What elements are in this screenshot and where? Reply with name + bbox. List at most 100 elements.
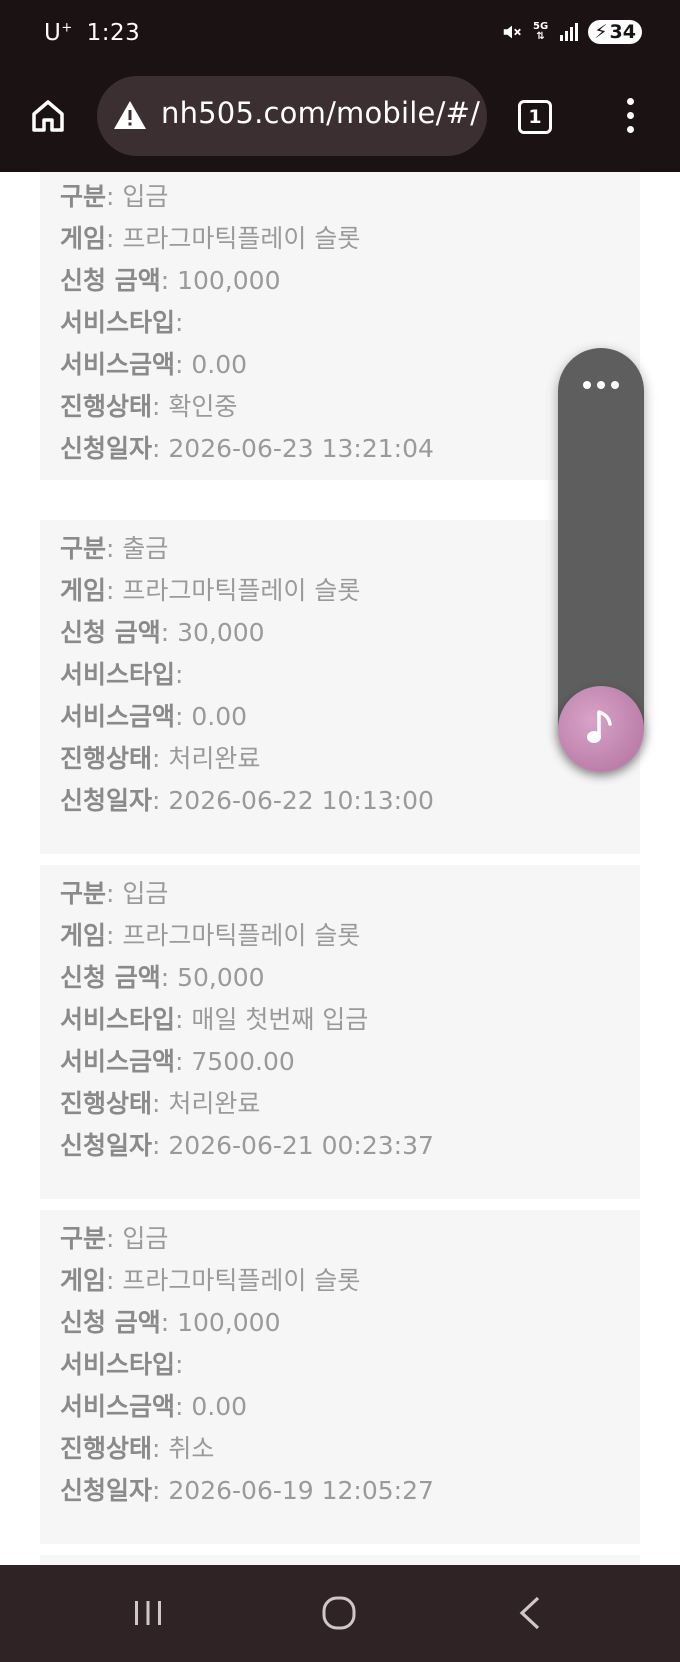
field-label: 서비스금액 xyxy=(60,1392,176,1421)
field-value: 프라그마틱플레이 슬롯 xyxy=(122,921,361,950)
field-row: 구분: 출금 xyxy=(60,534,169,563)
field-label: 구분 xyxy=(60,534,107,563)
field-label: 구분 xyxy=(60,879,107,908)
field-row: 게임: 프라그마틱플레이 슬롯 xyxy=(60,1266,361,1295)
field-row: 서비스타입: xyxy=(60,660,184,689)
field-value: 프라그마틱플레이 슬롯 xyxy=(122,1266,361,1295)
music-button[interactable] xyxy=(558,686,644,772)
field-value: 프라그마틱플레이 슬롯 xyxy=(122,224,361,253)
field-row: 서비스금액: 0.00 xyxy=(60,350,248,379)
field-value: 확인중 xyxy=(168,392,238,421)
transaction-card: 구분: 입금 게임: 프라그마틱플레이 슬롯 신청 금액: 50,000 서비스… xyxy=(40,865,640,1199)
more-horizontal-icon[interactable] xyxy=(583,381,619,391)
system-nav-bar xyxy=(0,1565,680,1662)
field-value: 0.00 xyxy=(191,702,248,731)
field-value: 처리완료 xyxy=(168,1089,261,1118)
field-label: 서비스타입 xyxy=(60,1005,176,1034)
field-row: 서비스금액: 0.00 xyxy=(60,702,248,731)
field-value: 2026-06-22 10:13:00 xyxy=(168,786,434,815)
clock: 1:23 xyxy=(86,20,141,46)
music-note-icon xyxy=(587,710,612,743)
url-text[interactable]: nh505.com/mobile/#/ xyxy=(161,96,480,130)
field-label: 구분 xyxy=(60,182,107,211)
field-label: 신청일자 xyxy=(60,1131,153,1160)
charging-bolt-icon: ⚡ xyxy=(594,21,608,43)
field-label: 구분 xyxy=(60,1224,107,1253)
field-value: 0.00 xyxy=(191,350,248,379)
field-label: 신청일자 xyxy=(60,434,153,463)
field-label: 서비스금액 xyxy=(60,1047,176,1076)
field-label: 서비스타입 xyxy=(60,308,176,337)
field-row: 게임: 프라그마틱플레이 슬롯 xyxy=(60,224,361,253)
field-value: 입금 xyxy=(122,1224,169,1253)
vibrate-mute-icon xyxy=(503,25,521,39)
field-label: 신청일자 xyxy=(60,786,153,815)
field-label: 진행상태 xyxy=(60,1089,153,1118)
field-row: 진행상태: 처리완료 xyxy=(60,744,261,773)
field-value: 7500.00 xyxy=(191,1047,295,1076)
field-row: 진행상태: 확인중 xyxy=(60,392,238,421)
battery-level: 34 xyxy=(609,21,636,43)
field-row: 신청 금액: 100,000 xyxy=(60,1308,281,1337)
field-value: 50,000 xyxy=(177,963,265,992)
field-value: 입금 xyxy=(122,182,169,211)
field-row: 서비스금액: 7500.00 xyxy=(60,1047,295,1076)
field-row: 신청일자: 2026-06-23 13:21:04 xyxy=(60,434,434,463)
field-label: 신청 금액 xyxy=(60,618,161,647)
status-carrier-time: U+ 1:23 xyxy=(44,20,140,46)
field-label: 진행상태 xyxy=(60,744,153,773)
field-label: 신청 금액 xyxy=(60,1308,161,1337)
battery-indicator: ⚡ 34 xyxy=(588,20,642,44)
field-row: 신청일자: 2026-06-21 00:23:37 xyxy=(60,1131,434,1160)
transaction-card-partial xyxy=(40,1555,640,1565)
field-label: 게임 xyxy=(60,576,107,605)
field-row: 진행상태: 처리완료 xyxy=(60,1089,261,1118)
field-row: 구분: 입금 xyxy=(60,1224,169,1253)
field-value: 2026-06-21 00:23:37 xyxy=(168,1131,434,1160)
field-row: 게임: 프라그마틱플레이 슬롯 xyxy=(60,921,361,950)
status-indicators: 5G ⇅ ⚡ 34 xyxy=(501,20,642,44)
transaction-card: 구분: 입금 게임: 프라그마틱플레이 슬롯 신청 금액: 100,000 서비… xyxy=(40,1210,640,1544)
more-vertical-icon[interactable] xyxy=(623,98,637,138)
signal-icon xyxy=(560,23,579,41)
field-value: 프라그마틱플레이 슬롯 xyxy=(122,576,361,605)
transaction-card: 구분: 출금 게임: 프라그마틱플레이 슬롯 신청 금액: 30,000 서비스… xyxy=(40,520,640,854)
field-value: 30,000 xyxy=(177,618,265,647)
field-label: 게임 xyxy=(60,1266,107,1295)
field-label: 서비스타입 xyxy=(60,1350,176,1379)
field-value: 처리완료 xyxy=(168,744,261,773)
field-value: 100,000 xyxy=(177,266,281,295)
field-value: 취소 xyxy=(168,1434,215,1463)
tab-count: 1 xyxy=(528,106,542,128)
transaction-card: 구분: 입금 게임: 프라그마틱플레이 슬롯 신청 금액: 100,000 서비… xyxy=(40,172,640,480)
field-row: 구분: 입금 xyxy=(60,879,169,908)
field-value: 2026-06-23 13:21:04 xyxy=(168,434,434,463)
status-bar: U+ 1:23 5G ⇅ ⚡ 34 xyxy=(0,0,680,72)
field-label: 진행상태 xyxy=(60,392,153,421)
field-row: 신청 금액: 100,000 xyxy=(60,266,281,295)
field-row: 서비스타입: xyxy=(60,308,184,337)
field-label: 신청 금액 xyxy=(60,266,161,295)
back-chevron-icon[interactable] xyxy=(516,1595,542,1631)
home-icon[interactable] xyxy=(28,96,68,136)
field-row: 서비스타입: 매일 첫번째 입금 xyxy=(60,1005,369,1034)
field-label: 서비스금액 xyxy=(60,702,176,731)
field-row: 신청 금액: 50,000 xyxy=(60,963,265,992)
field-label: 게임 xyxy=(60,224,107,253)
field-row: 게임: 프라그마틱플레이 슬롯 xyxy=(60,576,361,605)
network-label: 5G xyxy=(533,21,549,32)
address-bar[interactable]: nh505.com/mobile/#/ xyxy=(97,76,487,156)
warning-triangle-icon[interactable] xyxy=(113,99,147,131)
carrier: U xyxy=(44,20,62,46)
nav-home-icon[interactable] xyxy=(322,1596,356,1630)
field-label: 서비스타입 xyxy=(60,660,176,689)
field-label: 게임 xyxy=(60,921,107,950)
field-row: 구분: 입금 xyxy=(60,182,169,211)
field-row: 진행상태: 취소 xyxy=(60,1434,215,1463)
field-value: 매일 첫번째 입금 xyxy=(191,1005,369,1034)
field-row: 서비스금액: 0.00 xyxy=(60,1392,248,1421)
field-value: 100,000 xyxy=(177,1308,281,1337)
recent-apps-icon[interactable] xyxy=(132,1599,164,1627)
tabs-button[interactable]: 1 xyxy=(518,100,552,134)
field-row: 신청일자: 2026-06-19 12:05:27 xyxy=(60,1476,434,1505)
